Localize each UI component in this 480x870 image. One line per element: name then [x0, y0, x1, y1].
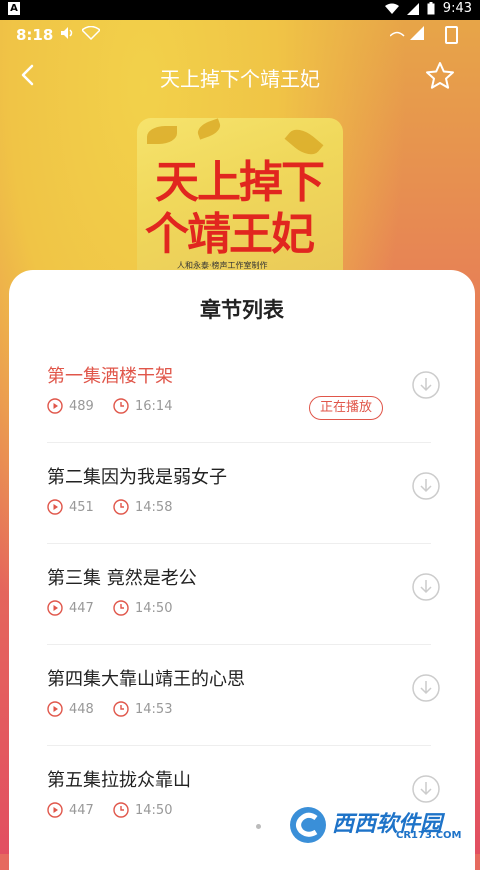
- duration: 16:14: [135, 398, 173, 414]
- duration: 14:50: [135, 802, 173, 818]
- duration: 14:53: [135, 701, 173, 717]
- page-indicator-dot: [256, 824, 261, 829]
- play-count-icon: [47, 398, 63, 414]
- app-status-bar: 8:18: [0, 20, 480, 48]
- play-count: 451: [69, 499, 94, 515]
- inner-battery-icon: [445, 26, 458, 44]
- watermark-logo-icon: [290, 807, 326, 843]
- play-count-icon: [47, 600, 63, 616]
- star-icon[interactable]: [424, 60, 456, 92]
- play-count-icon: [47, 499, 63, 515]
- chapter-name: 第一集酒楼干架: [47, 366, 173, 387]
- play-count-icon: [47, 701, 63, 717]
- inner-time: 8:18: [16, 26, 54, 44]
- album-cover: 天上掉下 个靖王妃 人和永泰·榜声工作室制作: [137, 118, 343, 288]
- play-count: 447: [69, 802, 94, 818]
- inner-wifi-icon: [82, 26, 100, 40]
- play-count-icon: [47, 802, 63, 818]
- divider: [47, 543, 431, 544]
- chapter-item[interactable]: 第三集 竟然是老公 447 14:50: [47, 564, 440, 664]
- chapter-name: 第五集拉拢众靠山: [47, 770, 191, 791]
- leaf-decoration: [195, 118, 223, 140]
- system-time: 9:43: [442, 1, 472, 16]
- clock-icon: [113, 701, 129, 717]
- clock-icon: [113, 499, 129, 515]
- chapter-name: 第四集大靠山靖王的心思: [47, 669, 245, 690]
- chapter-name: 第二集因为我是弱女子: [47, 467, 227, 488]
- divider: [47, 745, 431, 746]
- divider: [47, 644, 431, 645]
- clock-icon: [113, 600, 129, 616]
- cover-title-line2: 个靖王妃: [145, 209, 315, 260]
- watermark-url: CR173.COM: [396, 830, 462, 841]
- app-indicator: A: [8, 2, 20, 15]
- download-icon[interactable]: [411, 572, 441, 602]
- duration: 14:58: [135, 499, 173, 515]
- play-count: 447: [69, 600, 94, 616]
- clock-icon: [113, 398, 129, 414]
- battery-icon: [427, 2, 435, 15]
- duration: 14:50: [135, 600, 173, 616]
- inner-signal-icon: [390, 26, 424, 40]
- signal-icon: [406, 2, 419, 15]
- system-status-bar: A 9:43: [0, 0, 480, 20]
- chapter-item[interactable]: 第二集因为我是弱女子 451 14:58: [47, 463, 440, 563]
- leaf-decoration: [147, 126, 177, 144]
- download-icon[interactable]: [411, 370, 441, 400]
- chapter-list-panel: 章节列表 第一集酒楼干架 489 16:14 正在播放 第二集因为我是弱女子 4…: [9, 270, 475, 870]
- download-icon[interactable]: [411, 673, 441, 703]
- page-title: 天上掉下个靖王妃: [160, 67, 320, 91]
- back-icon[interactable]: [14, 60, 44, 90]
- play-count: 489: [69, 398, 94, 414]
- play-count: 448: [69, 701, 94, 717]
- watermark: 西西软件园 CR173.COM: [286, 804, 466, 846]
- sound-icon: [61, 27, 73, 39]
- clock-icon: [113, 802, 129, 818]
- divider: [47, 442, 431, 443]
- download-icon[interactable]: [411, 471, 441, 501]
- chapter-name: 第三集 竟然是老公: [47, 568, 197, 589]
- panel-title: 章节列表: [200, 298, 284, 322]
- chapter-item[interactable]: 第一集酒楼干架 489 16:14 正在播放: [47, 362, 440, 462]
- now-playing-badge: 正在播放: [309, 396, 384, 420]
- chapter-item[interactable]: 第四集大靠山靖王的心思 448 14:53: [47, 665, 440, 765]
- wifi-icon: [384, 3, 399, 14]
- download-icon[interactable]: [411, 774, 441, 804]
